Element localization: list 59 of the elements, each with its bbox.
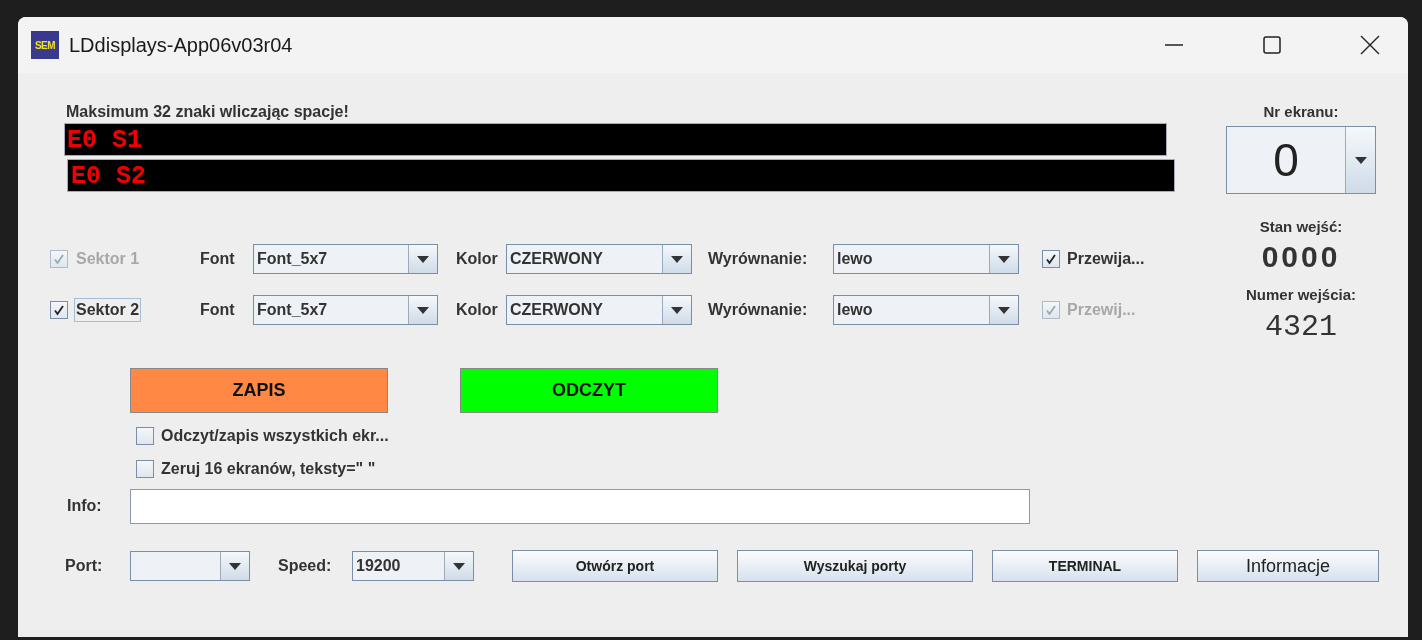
input-state-value: 0000: [1261, 240, 1341, 274]
toolbar-button[interactable]: TERMINAL: [992, 550, 1178, 582]
hint-text: Maksimum 32 znaki wliczając spacje!: [66, 103, 350, 122]
input-number-label: Numer wejścia:: [1245, 286, 1356, 305]
caret-icon: [453, 562, 465, 570]
info-field[interactable]: [130, 488, 1030, 524]
screen-number-dropdown[interactable]: 0: [1226, 126, 1376, 194]
check-icon: [1045, 304, 1057, 316]
port-label: Port:: [64, 557, 104, 575]
option-label: Zeruj 16 ekranów, teksty=" ": [161, 460, 376, 478]
font-dropdown[interactable]: Font_5x7: [253, 244, 438, 274]
alignment-label: Wyrównanie:: [708, 250, 809, 268]
alignment-dropdown[interactable]: lewo: [833, 244, 1019, 274]
port-dropdown[interactable]: [130, 551, 250, 581]
maximize-icon[interactable]: [1262, 35, 1282, 55]
sector-checkbox[interactable]: [50, 250, 68, 268]
action-button[interactable]: ODCZYT: [460, 368, 718, 413]
input-number-value: 4321: [1265, 310, 1337, 344]
input-state-label: Stan wejść:: [1259, 218, 1343, 237]
scroll-label: Przewija...: [1067, 250, 1145, 268]
close-icon[interactable]: [1360, 35, 1380, 55]
app-logo: SEM: [31, 31, 59, 59]
scroll-checkbox[interactable]: [1042, 250, 1060, 268]
font-dropdown[interactable]: Font_5x7: [253, 295, 438, 325]
caret-icon: [1354, 156, 1367, 164]
check-icon: [53, 304, 65, 316]
check-icon: [1045, 253, 1057, 265]
sector-label[interactable]: Sektor 2: [74, 298, 142, 322]
caret-icon: [417, 306, 429, 314]
option-checkbox[interactable]: [136, 427, 154, 445]
toolbar-button[interactable]: Otwórz port: [512, 550, 718, 582]
sector-checkbox[interactable]: [50, 301, 68, 319]
color-label: Kolor: [456, 301, 499, 319]
caret-icon: [671, 306, 683, 314]
color-label: Kolor: [456, 250, 499, 268]
scroll-checkbox[interactable]: [1042, 301, 1060, 319]
alignment-dropdown[interactable]: lewo: [833, 295, 1019, 325]
caret-icon: [671, 255, 683, 263]
check-icon: [53, 253, 65, 265]
caret-icon: [229, 562, 241, 570]
alignment-label: Wyrównanie:: [708, 301, 809, 319]
speed-dropdown[interactable]: 19200: [352, 551, 474, 581]
caret-icon: [998, 306, 1010, 314]
color-dropdown[interactable]: CZERWONY: [506, 295, 692, 325]
caret-icon: [998, 255, 1010, 263]
font-label: Font: [200, 250, 236, 268]
option-checkbox[interactable]: [136, 460, 154, 478]
window-title: LDdisplays-App06v03r04: [69, 33, 293, 57]
action-button[interactable]: ZAPIS: [130, 368, 388, 413]
speed-label: Speed:: [278, 557, 333, 575]
scroll-label: Przewij...: [1067, 301, 1136, 319]
color-dropdown[interactable]: CZERWONY: [506, 244, 692, 274]
screen-number-label: Nr ekranu:: [1263, 103, 1339, 122]
font-label: Font: [200, 301, 236, 319]
info-label: Info:: [66, 497, 103, 515]
option-label: Odczyt/zapis wszystkich ekr...: [161, 427, 389, 445]
toolbar-button[interactable]: Informacje: [1197, 550, 1379, 582]
toolbar-button[interactable]: Wyszukaj porty: [737, 550, 973, 582]
caret-icon: [417, 255, 429, 263]
